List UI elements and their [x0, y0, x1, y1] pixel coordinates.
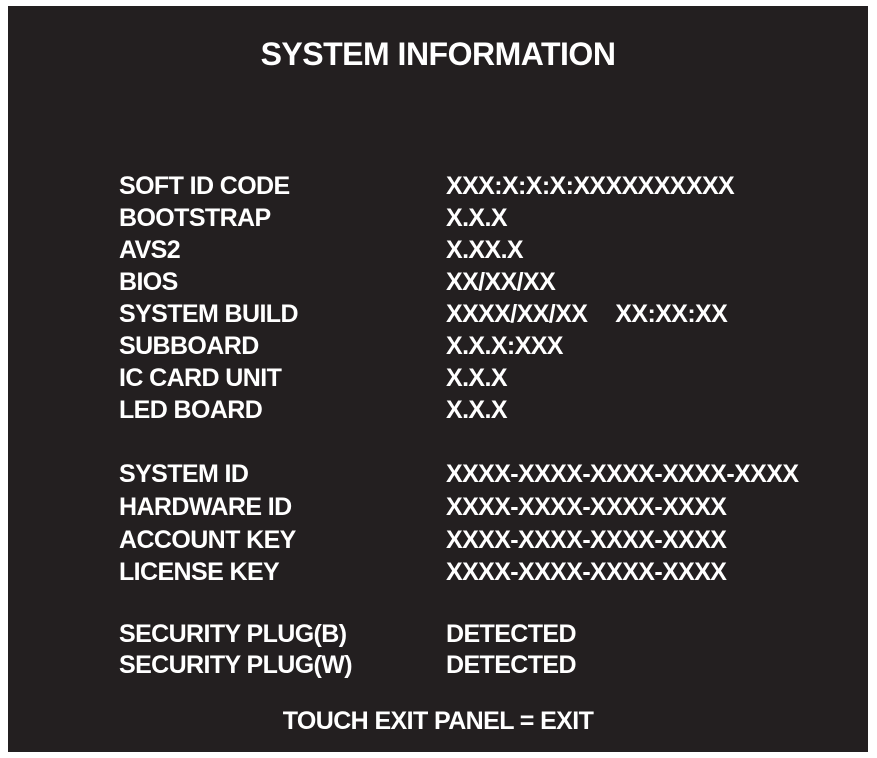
- exit-instruction: TOUCH EXIT PANEL = EXIT: [282, 707, 594, 735]
- info-row-system-id: SYSTEM ID XXXX-XXXX-XXXX-XXXX-XXXX: [8, 458, 868, 490]
- row-value: X.X.X: [446, 364, 508, 392]
- row-label: IC CARD UNIT: [119, 364, 282, 392]
- row-value: XXXX-XXXX-XXXX-XXXX: [446, 526, 727, 554]
- row-label: LICENSE KEY: [119, 558, 280, 586]
- row-label: SYSTEM BUILD: [119, 300, 299, 328]
- info-row-ic-card-unit: IC CARD UNIT X.X.X: [8, 362, 868, 394]
- row-label: BOOTSTRAP: [119, 204, 271, 232]
- info-row-bios: BIOS XX/XX/XX: [8, 266, 868, 298]
- page-title: SYSTEM INFORMATION: [260, 36, 616, 72]
- build-time: XX:XX:XX: [615, 300, 728, 328]
- row-label: SYSTEM ID: [119, 460, 249, 488]
- row-label: BIOS: [119, 268, 178, 296]
- row-value: XXXX/XX/XX XX:XX:XX: [446, 298, 728, 330]
- info-row-hardware-id: HARDWARE ID XXXX-XXXX-XXXX-XXXX: [8, 491, 868, 523]
- info-row-bootstrap: BOOTSTRAP X.X.X: [8, 202, 868, 234]
- system-information-screen: SYSTEM INFORMATION SOFT ID CODE XXX:X:X:…: [8, 6, 868, 752]
- row-label: ACCOUNT KEY: [119, 526, 296, 554]
- info-row-subboard: SUBBOARD X.X.X:XXX: [8, 330, 868, 362]
- row-label: AVS2: [119, 236, 181, 264]
- row-label: SOFT ID CODE: [119, 172, 290, 200]
- info-row-security-plug-b: SECURITY PLUG(B) DETECTED: [8, 618, 868, 650]
- status-value: DETECTED: [446, 651, 577, 679]
- row-value: XX/XX/XX: [446, 268, 556, 296]
- info-row-soft-id-code: SOFT ID CODE XXX:X:X:X:XXXXXXXXXX: [8, 170, 868, 202]
- info-row-system-build: SYSTEM BUILD XXXX/XX/XX XX:XX:XX: [8, 298, 868, 330]
- info-row-led-board: LED BOARD X.X.X: [8, 394, 868, 426]
- row-value: XXX:X:X:X:XXXXXXXXXX: [446, 172, 735, 200]
- info-row-account-key: ACCOUNT KEY XXXX-XXXX-XXXX-XXXX: [8, 524, 868, 556]
- row-value: X.X.X: [446, 396, 508, 424]
- info-row-license-key: LICENSE KEY XXXX-XXXX-XXXX-XXXX: [8, 556, 868, 588]
- info-row-security-plug-w: SECURITY PLUG(W) DETECTED: [8, 649, 868, 681]
- build-date: XXXX/XX/XX: [446, 300, 588, 328]
- row-label: LED BOARD: [119, 396, 263, 424]
- status-value: DETECTED: [446, 620, 577, 648]
- row-label: HARDWARE ID: [119, 493, 292, 521]
- row-value: XXXX-XXXX-XXXX-XXXX: [446, 558, 727, 586]
- row-value: X.XX.X: [446, 236, 524, 264]
- info-row-avs2: AVS2 X.XX.X: [8, 234, 868, 266]
- row-value: X.X.X: [446, 204, 508, 232]
- row-value: X.X.X:XXX: [446, 332, 563, 360]
- row-label: SECURITY PLUG(B): [119, 620, 347, 648]
- row-value: XXXX-XXXX-XXXX-XXXX-XXXX: [446, 460, 799, 488]
- row-label: SECURITY PLUG(W): [119, 651, 353, 679]
- row-label: SUBBOARD: [119, 332, 259, 360]
- row-value: XXXX-XXXX-XXXX-XXXX: [446, 493, 727, 521]
